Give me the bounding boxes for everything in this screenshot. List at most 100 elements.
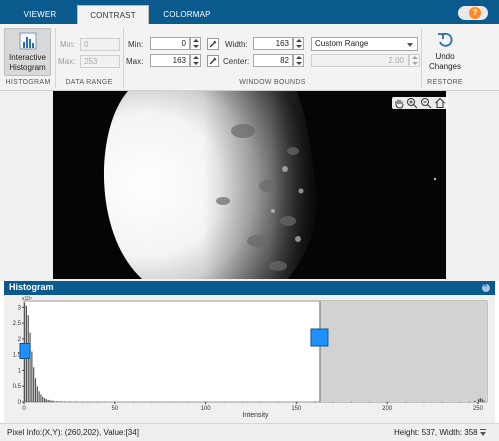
help-button[interactable]: ? [458,6,488,20]
histogram-bar [34,378,37,402]
chevron-down-icon [407,43,413,47]
histogram-bar [474,400,476,402]
close-icon[interactable] [482,281,490,292]
histogram-bar [350,401,353,403]
histogram-bar [405,401,407,403]
x-tick-label: 0 [22,406,26,412]
histogram-bar [241,401,244,403]
histogram-panel-title: Histogram [9,282,54,292]
histogram-bar [89,401,91,403]
histogram-bar [38,391,40,402]
status-bar: Pixel Info:(X,Y): (260,202), Value:[34] … [0,423,499,441]
histogram-bar [43,398,46,402]
window-max-spinner[interactable] [190,54,201,67]
histogram-bar [69,401,71,403]
undo-changes-label: Undo Changes [428,52,462,71]
histogram-bar [423,401,425,403]
undo-changes-button[interactable]: Undo Changes [425,28,465,76]
histogram-bar [40,394,42,402]
histogram-bar [36,386,38,402]
histogram-bar [483,400,485,402]
window-max-field[interactable]: 163 [150,54,190,67]
tab-colormap[interactable]: COLORMAP [156,5,218,24]
histogram-chart[interactable]: 0 50 100 150 200 25000.511.522.53x10⁴Intensit… [4,295,495,423]
histogram-bar [332,401,334,403]
y-exponent-label: x10⁴ [22,296,32,302]
histogram-bar [187,401,189,403]
eyedropper-icon[interactable] [207,38,219,50]
histogram-bar [60,401,62,402]
data-max-label: Max: [58,57,76,66]
window-max-label: Max: [126,57,144,66]
percent-spinner [409,54,420,67]
y-tick-label: 2 [18,337,22,343]
y-tick-label: 0.5 [13,384,22,390]
home-icon[interactable] [434,97,446,109]
histogram-bar [47,399,49,402]
histogram-bar [96,401,98,403]
tab-bar: VIEWER CONTRAST COLORMAP ? [0,0,499,24]
x-axis-label: Intensity [242,412,269,419]
histogram-bar [45,399,47,402]
histogram-bar [29,332,31,402]
range-mode-dropdown[interactable]: Custom Range [311,37,418,51]
histogram-bar [169,401,171,403]
excluded-range-shade [319,301,487,402]
y-tick-label: 2.5 [13,321,22,327]
histogram-bar [63,401,66,402]
histogram-section-label: HISTOGRAM [5,79,51,86]
window-min-spinner[interactable] [190,37,201,50]
x-tick-label: 150 [291,406,302,412]
percent-field: 2.00 [311,54,409,67]
histogram-bar [74,401,77,403]
zoom-out-icon[interactable] [420,97,432,109]
histogram-bar [132,401,135,403]
histogram-bar [477,399,480,402]
width-spinner[interactable] [293,37,304,50]
tab-contrast[interactable]: CONTRAST [77,5,149,24]
histogram-bar [56,401,58,402]
help-icon: ? [469,7,481,19]
histogram-icon [19,32,37,50]
window-min-label: Min: [128,40,144,49]
y-tick-label: 0 [18,400,22,406]
window-min-field[interactable]: 0 [150,37,190,50]
tab-viewer[interactable]: VIEWER [14,5,66,24]
histogram-bar [31,351,33,402]
data-min-label: Min: [60,40,76,49]
x-tick-label: 250 [473,406,484,412]
status-menu-icon[interactable] [480,429,486,436]
interactive-histogram-button[interactable]: Interactive Histogram [4,28,51,76]
window-max-handle[interactable] [310,328,329,347]
center-label: Center: [223,57,250,66]
histogram-panel: 0 50 100 150 200 250 0 0.5 1 1.5 2 2.5 3 x10⁴ Intensit… [4,295,495,423]
moon-image[interactable] [53,91,446,279]
data-range-section-label: DATA RANGE [65,79,113,86]
y-tick-label: 1 [18,368,22,374]
x-tick-label: 200 [382,406,393,412]
histogram-bar [459,401,461,403]
center-field[interactable]: 82 [253,54,293,67]
x-tick-label: 100 [201,406,212,412]
histogram-bar [151,401,153,403]
center-spinner[interactable] [293,54,304,67]
histogram-panel-header: Histogram [4,281,495,295]
eyedropper-icon[interactable] [207,55,219,67]
histogram-bar [468,401,471,403]
x-tick-label: 50 [111,406,118,412]
histogram-bar [481,398,483,402]
histogram-bar [82,401,84,403]
histogram-bar [223,401,225,403]
width-field[interactable]: 163 [253,37,293,50]
histogram-bar [278,401,280,403]
zoom-in-icon[interactable] [406,97,418,109]
histogram-bar [51,400,53,402]
histogram-bar [42,396,44,402]
width-label: Width: [225,40,248,49]
image-display [53,91,446,279]
window-min-handle[interactable] [19,343,31,359]
pan-hand-icon[interactable] [393,97,405,109]
histogram-bar [49,400,51,402]
histogram-bar [479,397,481,402]
histogram-bar [441,401,443,403]
